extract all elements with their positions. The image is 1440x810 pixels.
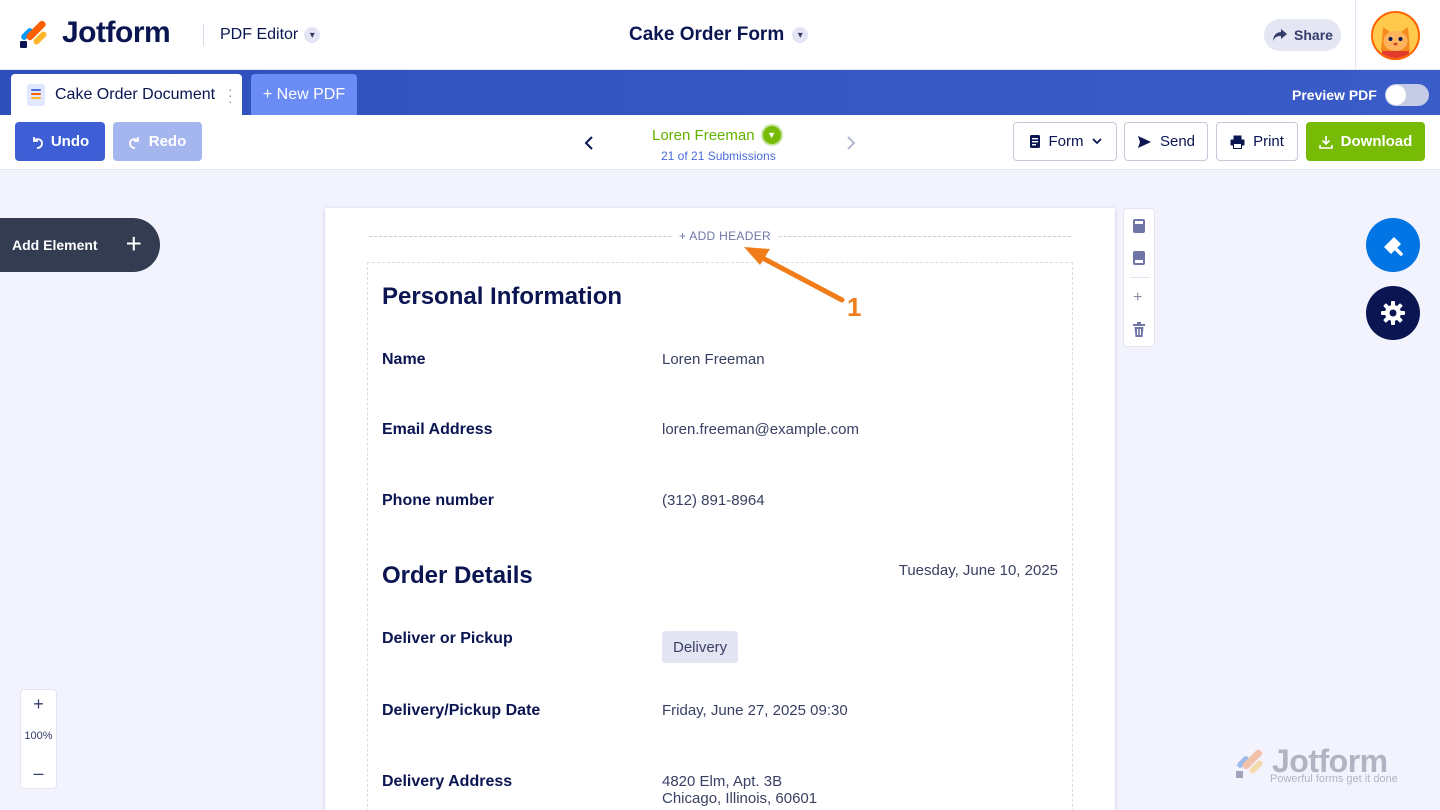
form-title: Cake Order Form bbox=[629, 24, 785, 45]
share-arrow-icon bbox=[1273, 29, 1288, 41]
preview-label: Preview PDF bbox=[1292, 87, 1377, 103]
chevron-down-icon bbox=[1091, 138, 1102, 145]
page-settings-icon[interactable] bbox=[1132, 250, 1146, 266]
tab-label: Cake Order Document bbox=[55, 85, 216, 103]
divider bbox=[1130, 277, 1150, 278]
tab-cake-order-document[interactable]: Cake Order Document · · · bbox=[11, 74, 242, 115]
form-label: Form bbox=[1048, 133, 1084, 150]
submission-selector[interactable]: Loren Freeman ▼ bbox=[652, 124, 783, 146]
jotform-logo-icon bbox=[18, 17, 50, 49]
gear-icon bbox=[1381, 301, 1405, 325]
toggle-switch[interactable] bbox=[1384, 84, 1429, 106]
section-title-order[interactable]: Order Details bbox=[382, 562, 533, 590]
new-pdf-button[interactable]: + New PDF bbox=[251, 74, 357, 115]
field-value-address-line1: 4820 Elm, Apt. 3B bbox=[662, 773, 783, 790]
field-label-delivery-address: Delivery Address bbox=[382, 773, 513, 790]
add-page-icon[interactable]: + bbox=[1133, 289, 1142, 307]
brand-name: Jotform bbox=[62, 16, 171, 49]
field-value-phone: (312) 891-8964 bbox=[662, 492, 765, 509]
send-icon bbox=[1137, 135, 1151, 148]
jotform-logo-icon bbox=[1236, 749, 1263, 778]
redo-button[interactable]: Redo bbox=[113, 122, 202, 161]
field-label-email: Email Address bbox=[382, 421, 493, 438]
field-value-name: Loren Freeman bbox=[662, 351, 765, 368]
next-submission-icon[interactable] bbox=[846, 135, 856, 151]
submitter-name: Loren Freeman bbox=[652, 126, 755, 144]
chevron-down-icon: ▼ bbox=[760, 124, 783, 146]
redo-icon bbox=[128, 136, 139, 149]
cat-avatar-icon bbox=[1373, 13, 1418, 58]
watermark-tagline: Powerful forms get it done bbox=[1270, 773, 1398, 785]
field-label-deliver-pickup: Deliver or Pickup bbox=[382, 630, 513, 647]
download-icon bbox=[1318, 135, 1333, 149]
printer-icon bbox=[1230, 135, 1245, 149]
zoom-level: 100% bbox=[24, 730, 53, 742]
undo-label: Undo bbox=[50, 133, 90, 150]
avatar[interactable] bbox=[1371, 11, 1420, 60]
field-value-delivery-date: Friday, June 27, 2025 09:30 bbox=[662, 702, 848, 719]
field-value-deliver-pickup: Delivery bbox=[662, 631, 739, 663]
document-tab-bar: Cake Order Document · · · + New PDF Previe… bbox=[0, 70, 1440, 115]
annotation-number: 1 bbox=[847, 292, 862, 322]
field-value-address-line2: Chicago, Illinois, 60601 bbox=[662, 790, 818, 807]
section-title-personal[interactable]: Personal Information bbox=[382, 283, 622, 311]
paint-roller-icon bbox=[1384, 237, 1403, 256]
undo-icon bbox=[32, 136, 43, 149]
print-label: Print bbox=[1253, 133, 1284, 150]
preview-pdf-toggle[interactable]: Preview PDF bbox=[1292, 84, 1429, 106]
more-options-icon[interactable]: · · · bbox=[228, 82, 233, 108]
chevron-down-icon: ▾ bbox=[304, 27, 321, 43]
app-name: PDF Editor bbox=[220, 26, 299, 43]
designer-button[interactable] bbox=[1366, 218, 1420, 272]
share-button[interactable]: Share bbox=[1264, 19, 1341, 51]
editor-toolbar: Undo Redo Loren Freeman ▼ 21 of 21 Submi… bbox=[0, 115, 1440, 170]
pdf-page: + ADD HEADER Personal Information Name L… bbox=[325, 208, 1115, 810]
submission-count: 21 of 21 Submissions bbox=[661, 149, 776, 163]
zoom-control: + 100% – bbox=[20, 689, 57, 789]
field-label-delivery-date: Delivery/Pickup Date bbox=[382, 702, 541, 719]
form-icon bbox=[1029, 135, 1040, 148]
share-label: Share bbox=[1294, 27, 1333, 43]
form-dropdown-button[interactable]: Form bbox=[1013, 122, 1117, 161]
jotform-logo[interactable]: Jotform bbox=[18, 16, 171, 50]
undo-button[interactable]: Undo bbox=[15, 122, 105, 161]
zoom-in-button[interactable]: + bbox=[21, 694, 56, 715]
trash-icon[interactable] bbox=[1132, 322, 1146, 338]
download-label: Download bbox=[1340, 133, 1413, 150]
settings-button[interactable] bbox=[1366, 286, 1420, 340]
field-value-email: loren.freeman@example.com bbox=[662, 421, 859, 438]
chevron-down-icon: ▾ bbox=[792, 27, 809, 43]
plus-icon: + bbox=[125, 228, 142, 259]
divider bbox=[203, 24, 204, 46]
add-element-button[interactable]: Add Element + bbox=[0, 218, 160, 272]
page-content-area: Personal Information Name Loren Freeman … bbox=[367, 262, 1073, 810]
order-date: Tuesday, June 10, 2025 bbox=[898, 562, 1058, 579]
page-tools: + bbox=[1123, 208, 1155, 347]
field-label-name: Name bbox=[382, 351, 426, 368]
page-layout-icon[interactable] bbox=[1132, 218, 1146, 234]
divider bbox=[1355, 0, 1356, 70]
send-label: Send bbox=[1159, 133, 1196, 150]
print-button[interactable]: Print bbox=[1216, 122, 1298, 161]
field-label-phone: Phone number bbox=[382, 492, 495, 509]
top-bar: Jotform PDF Editor ▾ Cake Order Form ▾ S… bbox=[0, 0, 1440, 70]
download-button[interactable]: Download bbox=[1306, 122, 1425, 161]
add-element-label: Add Element bbox=[12, 237, 98, 253]
redo-label: Redo bbox=[148, 133, 187, 150]
form-title-dropdown[interactable]: Cake Order Form ▾ bbox=[629, 24, 809, 46]
send-button[interactable]: Send bbox=[1124, 122, 1208, 161]
document-icon bbox=[27, 83, 45, 106]
app-switcher[interactable]: PDF Editor ▾ bbox=[220, 26, 321, 44]
zoom-out-button[interactable]: – bbox=[21, 763, 56, 784]
add-header-button[interactable]: + ADD HEADER bbox=[673, 229, 777, 243]
previous-submission-icon[interactable] bbox=[584, 135, 594, 151]
jotform-watermark: Jotform Powerful forms get it done bbox=[1234, 743, 1406, 790]
